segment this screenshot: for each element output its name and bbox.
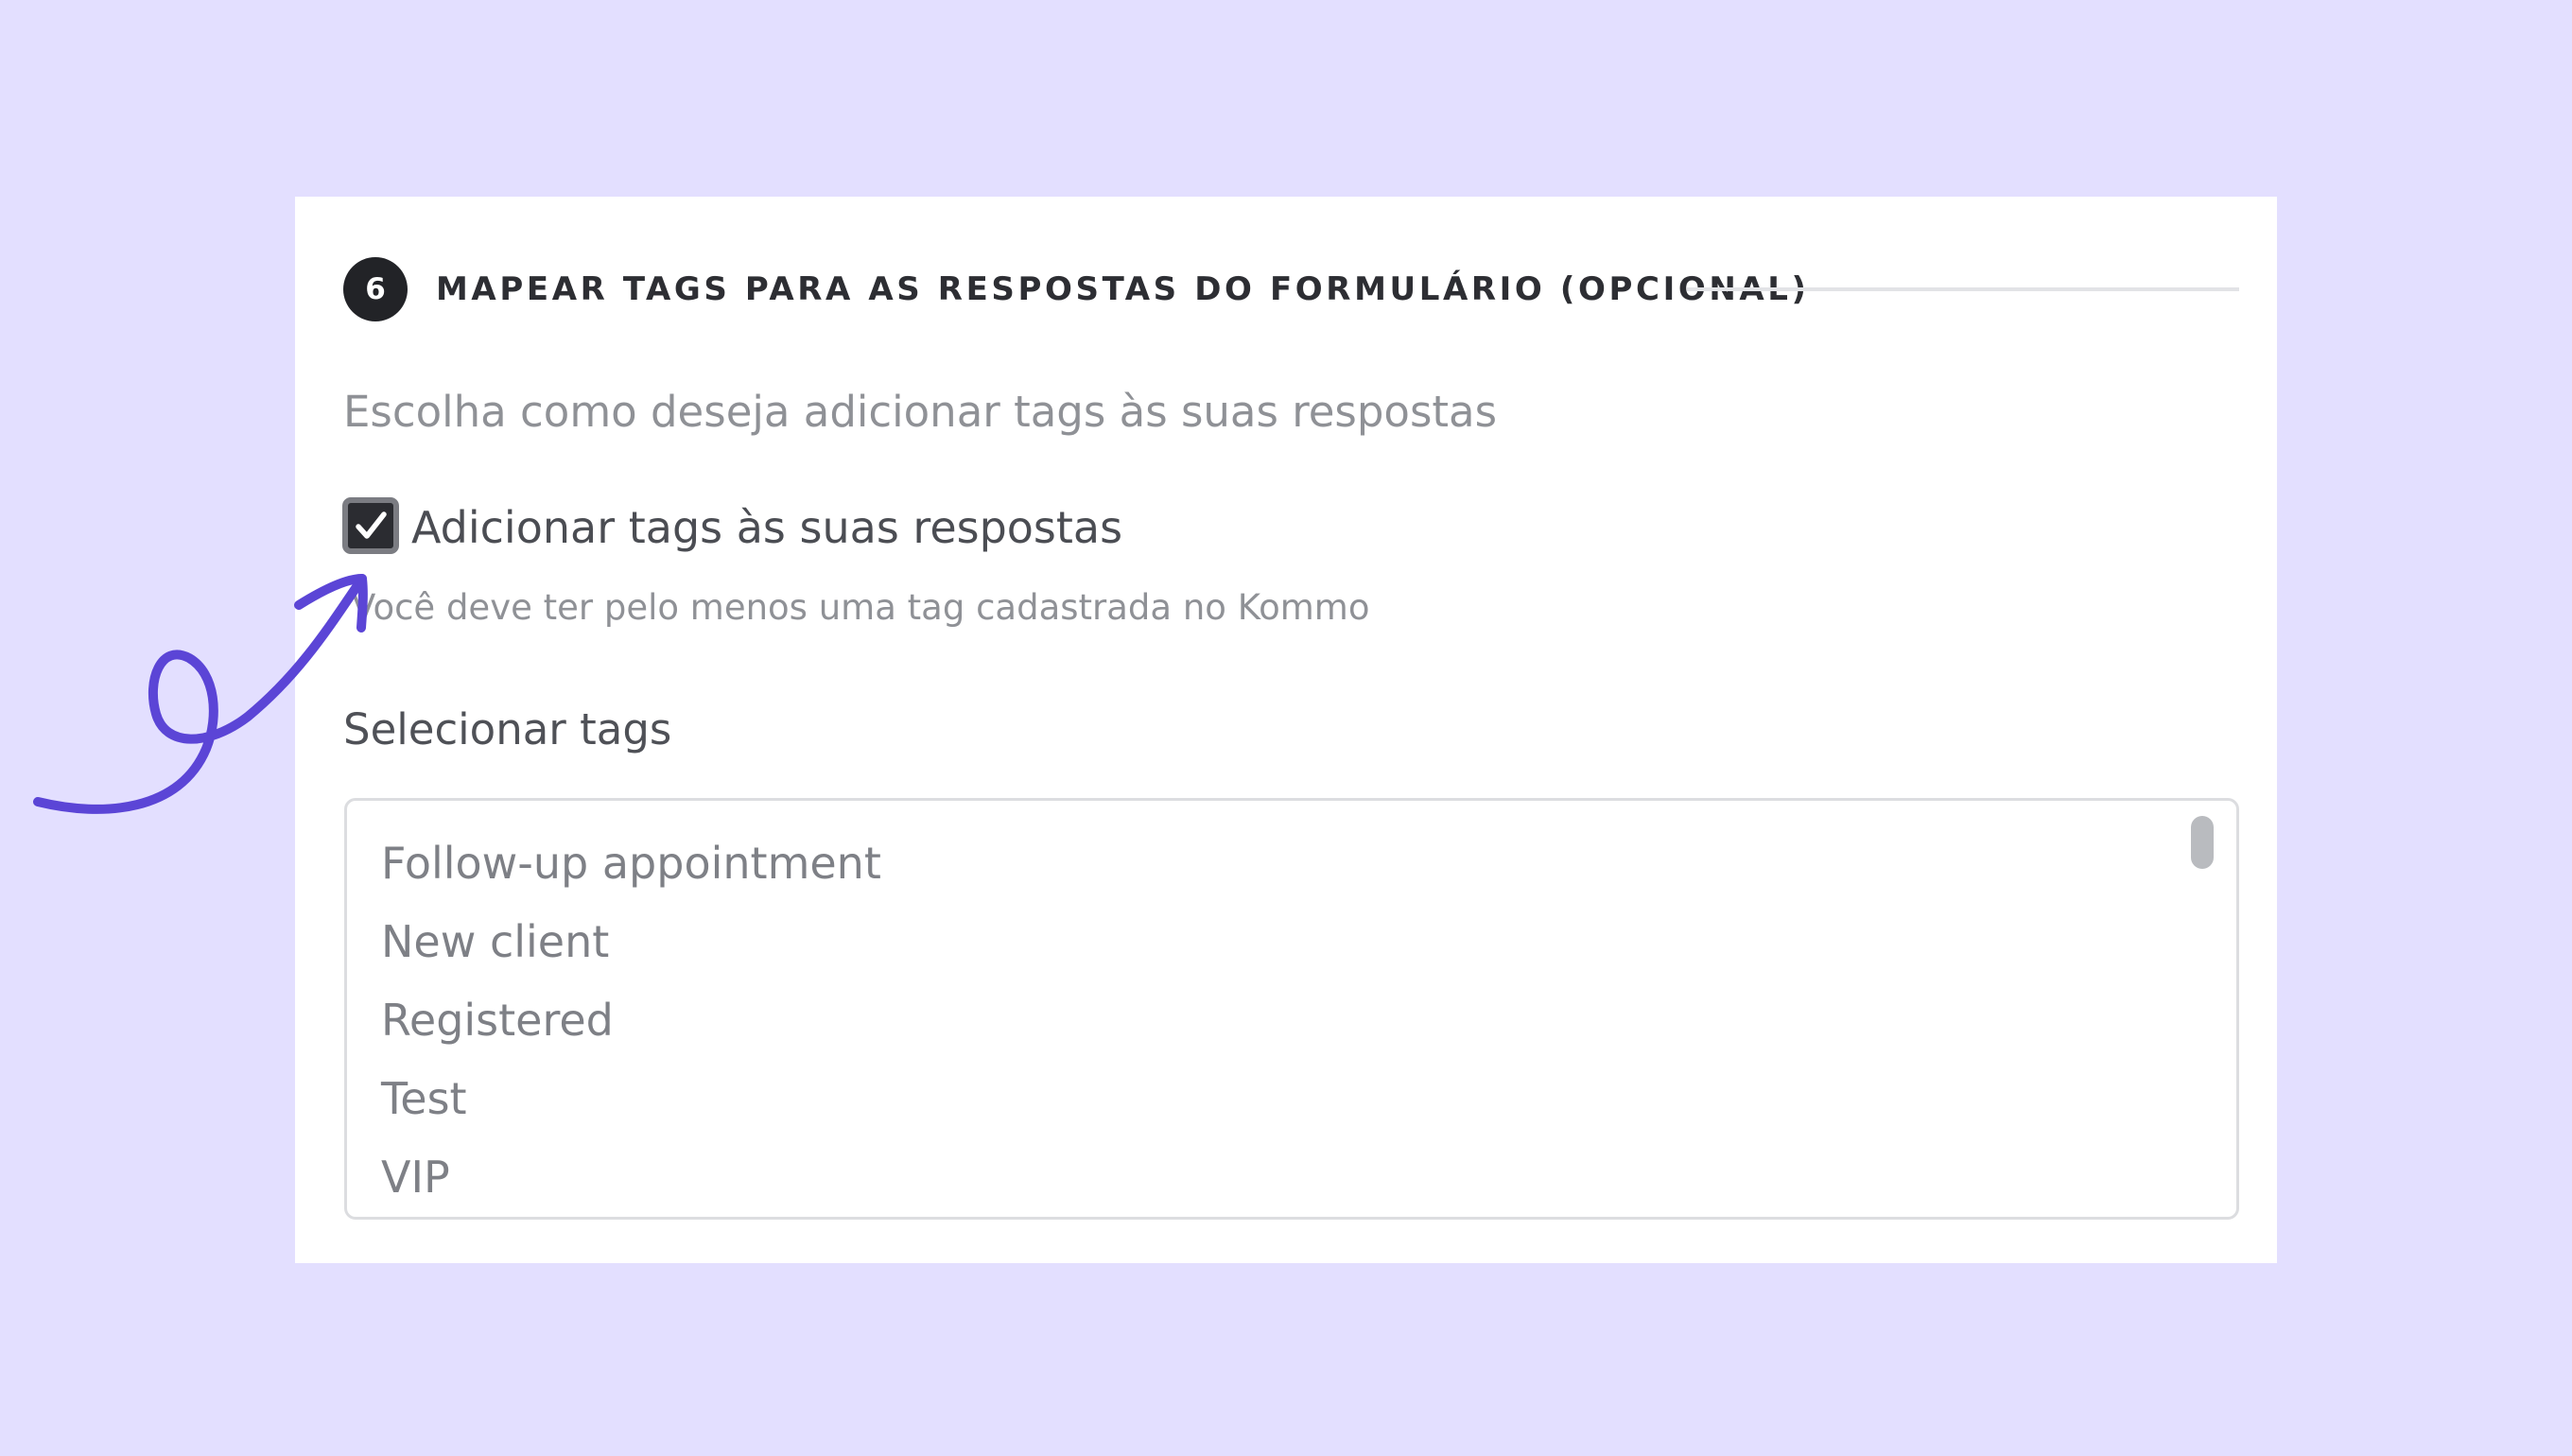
form-card: 6 MAPEAR TAGS PARA AS RESPOSTAS DO FORMU… bbox=[295, 197, 2277, 1263]
add-tags-hint: Você deve ter pelo menos uma tag cadastr… bbox=[352, 587, 1370, 628]
section-title: MAPEAR TAGS PARA AS RESPOSTAS DO FORMULÁ… bbox=[436, 270, 1810, 308]
tag-option-new-client[interactable]: New client bbox=[381, 913, 609, 970]
tag-option-test[interactable]: Test bbox=[381, 1070, 467, 1127]
tag-option-vip[interactable]: VIP bbox=[381, 1149, 450, 1205]
title-divider bbox=[1687, 287, 2239, 291]
add-tags-checkbox-label[interactable]: Adicionar tags às suas respostas bbox=[411, 499, 1122, 556]
listbox-scrollbar-thumb[interactable] bbox=[2191, 816, 2214, 869]
tag-option-follow-up-appointment[interactable]: Follow-up appointment bbox=[381, 835, 881, 892]
tag-listbox[interactable]: Follow-up appointment New client Registe… bbox=[344, 798, 2239, 1220]
section-subtitle: Escolha como deseja adicionar tags às su… bbox=[343, 387, 1498, 437]
tag-option-registered[interactable]: Registered bbox=[381, 992, 614, 1049]
hand-drawn-arrow-icon bbox=[33, 574, 368, 814]
